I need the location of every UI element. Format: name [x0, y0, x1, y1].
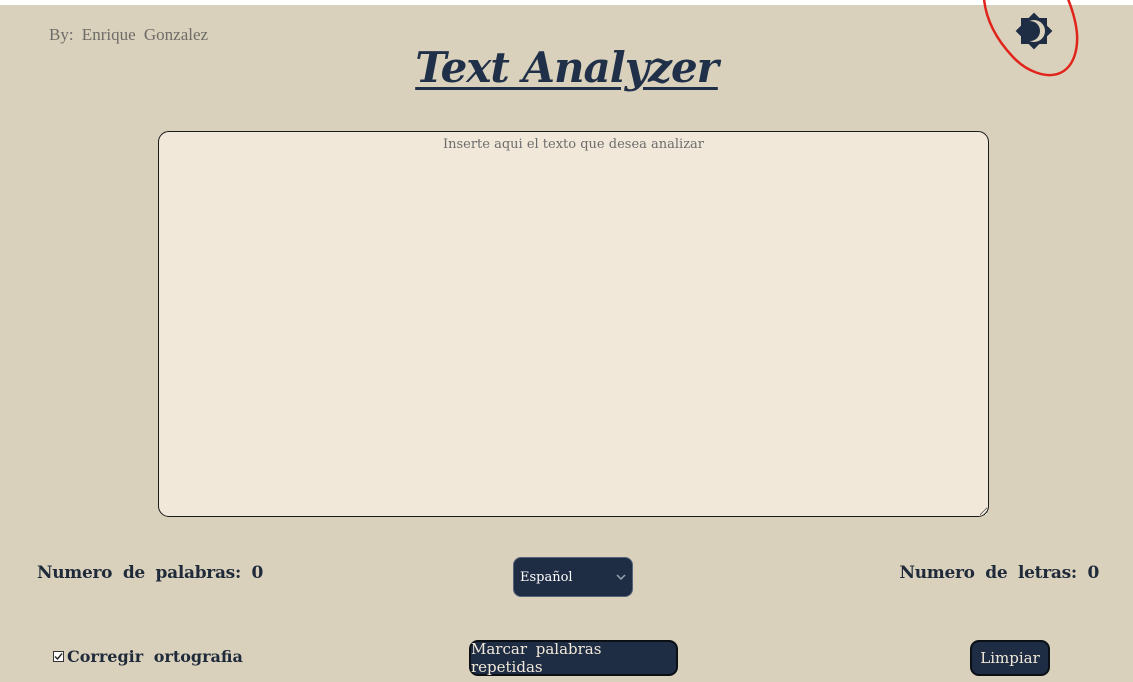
- theme-toggle-button[interactable]: [1008, 5, 1060, 57]
- chevron-down-icon: [616, 574, 626, 581]
- text-input[interactable]: [158, 131, 989, 517]
- word-count-value: 0: [251, 563, 264, 583]
- spellcheck-option[interactable]: Corregir ortografia: [53, 647, 243, 666]
- letter-count-value: 0: [1087, 563, 1099, 583]
- page-title: Text Analyzer: [415, 43, 719, 92]
- spellcheck-label: Corregir ortografia: [67, 647, 243, 666]
- letter-count-label: Numero de letras:: [899, 563, 1077, 583]
- checkmark-icon: [54, 653, 63, 661]
- language-selected-value: Español: [520, 569, 573, 585]
- moon-sun-icon: [1015, 12, 1053, 50]
- spellcheck-checkbox[interactable]: [53, 651, 64, 662]
- mark-repeated-words-button[interactable]: Marcar palabras repetidas: [469, 640, 678, 676]
- author-credit: By: Enrique Gonzalez: [49, 25, 209, 44]
- letter-count: Numero de letras: 0: [899, 563, 1099, 583]
- word-count: Numero de palabras: 0: [37, 563, 263, 583]
- app-page: By: Enrique Gonzalez Text Analyzer Numer…: [0, 0, 1133, 682]
- word-count-label: Numero de palabras:: [37, 563, 241, 583]
- language-select[interactable]: Español: [513, 557, 633, 597]
- text-input-container: [158, 131, 989, 517]
- clear-button[interactable]: Limpiar: [970, 640, 1050, 676]
